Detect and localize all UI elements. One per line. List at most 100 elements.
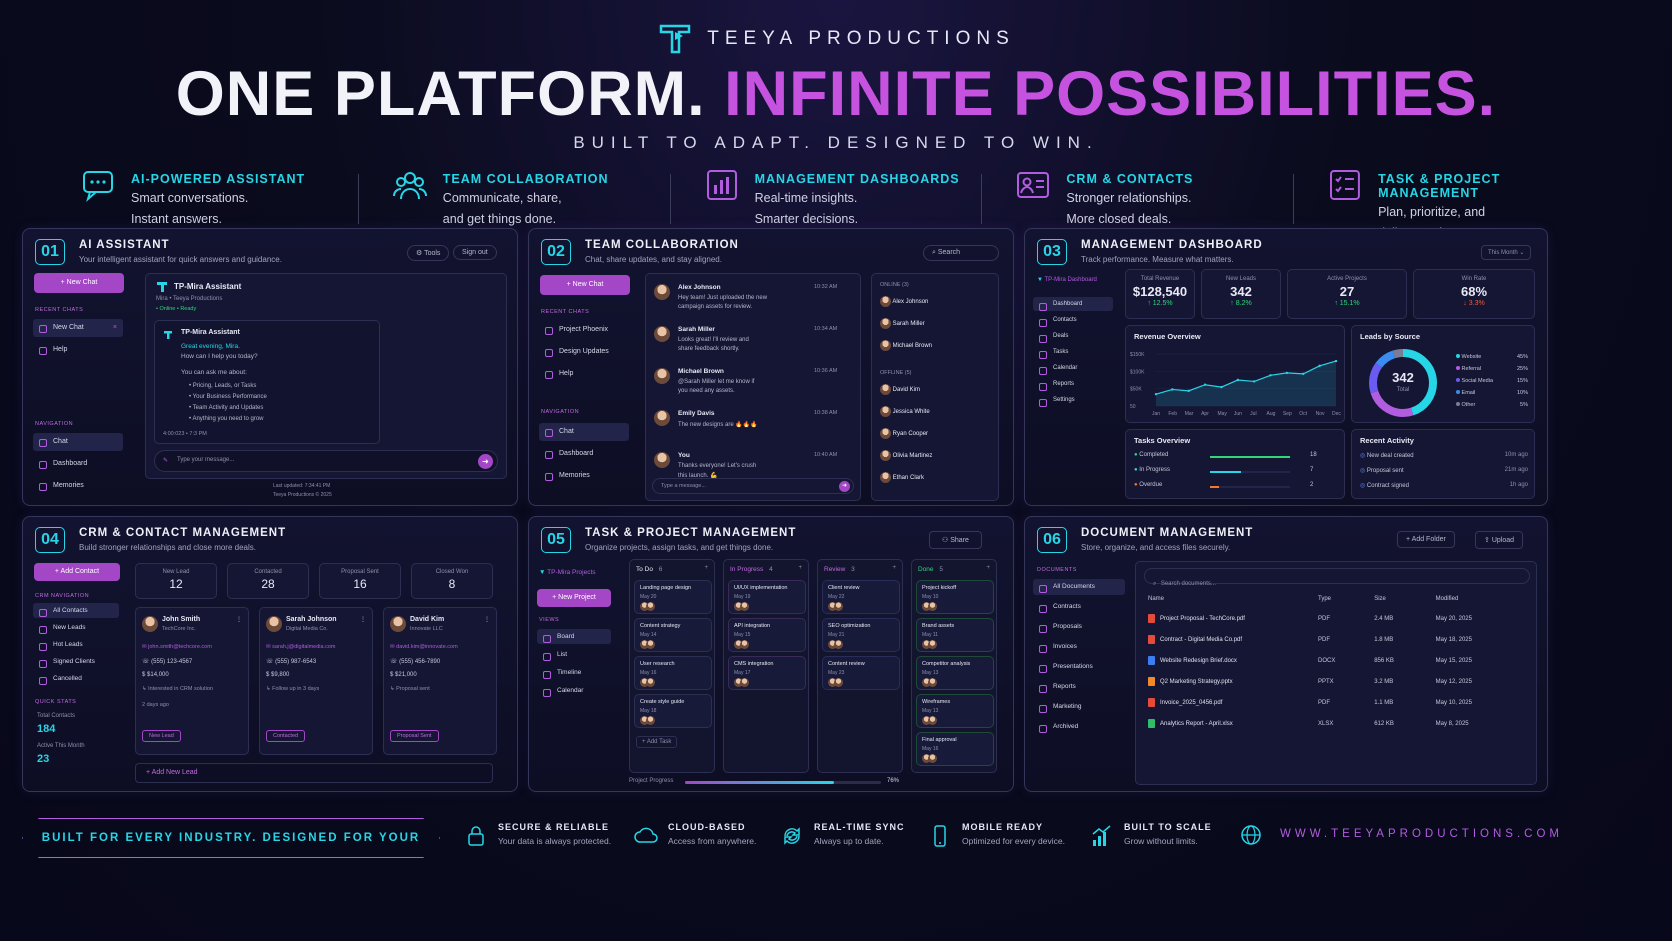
member-online[interactable]: Sarah Miller — [880, 318, 925, 329]
member-online[interactable]: Alex Johnson — [880, 296, 928, 307]
more-menu-icon[interactable]: ⋮ — [484, 616, 490, 623]
contact-card[interactable]: Sarah Johnson Digital Media Co. ⋮ ✉ sara… — [259, 607, 373, 755]
add-icon[interactable]: + — [986, 565, 990, 571]
document-search-input[interactable]: ⌕ Search documents... — [1144, 568, 1530, 587]
add-contact-button[interactable]: + Add Contact — [34, 563, 120, 581]
task-card[interactable]: Wireframes May 13 — [916, 694, 994, 728]
view-item[interactable]: Calendar — [537, 683, 611, 698]
dash-nav-item[interactable]: Contacts — [1033, 313, 1113, 327]
table-row[interactable]: Contract - Digital Media Co.pdf PDF 1.8 MB… — [1144, 629, 1530, 650]
member-offline[interactable]: Olivia Martinez — [880, 450, 932, 461]
task-card[interactable]: Content strategy May 14 — [634, 618, 712, 652]
nav-memories[interactable]: Memories — [33, 477, 123, 495]
period-select[interactable]: This Month ⌄ — [1481, 245, 1532, 260]
table-row[interactable]: Invoice_2025_0456.pdf PDF 1.1 MB May 10, 20… — [1144, 692, 1530, 713]
nav-memories[interactable]: Memories — [539, 467, 629, 485]
more-menu-icon[interactable]: ⋮ — [360, 616, 366, 623]
table-row[interactable]: Analytics Report - April.xlsx XLSX 612 KB M… — [1144, 713, 1530, 734]
task-card[interactable]: UI/UX implementation May 19 — [728, 580, 806, 614]
task-card[interactable]: Brand assets May 11 — [916, 618, 994, 652]
view-item[interactable]: Board — [537, 629, 611, 644]
folder-item[interactable]: Marketing — [1033, 699, 1125, 715]
pipeline-stat-card[interactable]: Contacted 28 — [227, 563, 309, 599]
folder-item[interactable]: Archived — [1033, 719, 1125, 735]
close-icon[interactable]: × — [113, 319, 117, 337]
chat-item-design-updates[interactable]: Design Updates — [539, 343, 629, 361]
folder-item[interactable]: Presentations — [1033, 659, 1125, 675]
pipeline-stat-card[interactable]: Closed Won 8 — [411, 563, 493, 599]
new-project-button[interactable]: + New Project — [537, 589, 611, 607]
add-icon[interactable]: + — [704, 565, 708, 571]
nav-dashboard[interactable]: Dashboard — [539, 445, 629, 463]
more-menu-icon[interactable]: ⋮ — [236, 616, 242, 623]
website-link[interactable]: WWW.TEEYAPRODUCTIONS.COM — [1280, 828, 1563, 840]
crm-nav-item[interactable]: Hot Leads — [33, 637, 119, 652]
message-input[interactable]: ✎ Type your message... ➜ — [154, 450, 498, 472]
attach-icon[interactable]: ✎ — [163, 457, 168, 464]
nav-chat[interactable]: Chat — [539, 423, 629, 441]
crm-nav-item[interactable]: Signed Clients — [33, 654, 119, 669]
share-button[interactable]: ⚇ Share — [929, 531, 982, 549]
add-task-button[interactable]: + Add Task — [636, 736, 678, 748]
dash-nav-item[interactable]: Tasks — [1033, 345, 1113, 359]
folder-item[interactable]: Proposals — [1033, 619, 1125, 635]
upload-button[interactable]: ⇪ Upload — [1475, 531, 1524, 549]
chat-item-new-chat[interactable]: New Chat × — [33, 319, 123, 337]
member-offline[interactable]: Ryan Cooper — [880, 428, 928, 439]
dash-nav-item[interactable]: Settings — [1033, 393, 1113, 407]
sign-out-button[interactable]: Sign out — [453, 245, 497, 260]
nav-chat[interactable]: Chat — [33, 433, 123, 451]
new-chat-button[interactable]: + New Chat — [540, 275, 630, 295]
table-row[interactable]: Website Redesign Brief.docx DOCX 856 KB May… — [1144, 650, 1530, 671]
table-row[interactable]: Q2 Marketing Strategy.pptx PPTX 3.2 MB May … — [1144, 671, 1530, 692]
task-card[interactable]: Project kickoff May 10 — [916, 580, 994, 614]
add-icon[interactable]: + — [798, 565, 802, 571]
message-input[interactable]: Type a message... ➜ — [652, 478, 854, 494]
folder-item[interactable]: All Documents — [1033, 579, 1125, 595]
send-button[interactable]: ➜ — [839, 481, 850, 492]
task-card[interactable]: Landing page design May 20 — [634, 580, 712, 614]
contact-email[interactable]: ✉ david.kim@innovate.com — [390, 644, 458, 650]
tools-button[interactable]: ⚙ Tools — [407, 245, 450, 261]
dash-nav-item[interactable]: Calendar — [1033, 361, 1113, 375]
pipeline-stat-card[interactable]: Proposal Sent 16 — [319, 563, 401, 599]
task-card[interactable]: SEO optimization May 21 — [822, 618, 900, 652]
new-chat-button[interactable]: + New Chat — [34, 273, 124, 293]
task-card[interactable]: Create style guide May 18 — [634, 694, 712, 728]
dash-nav-item[interactable]: Dashboard — [1033, 297, 1113, 311]
crm-nav-item[interactable]: New Leads — [33, 620, 119, 635]
contact-email[interactable]: ✉ john.smith@techcore.com — [142, 644, 212, 650]
view-item[interactable]: Timeline — [537, 665, 611, 680]
task-card[interactable]: Competitor analysis May 13 — [916, 656, 994, 690]
dash-nav-item[interactable]: Reports — [1033, 377, 1113, 391]
contact-card[interactable]: John Smith TechCore Inc. ⋮ ✉ john.smith@… — [135, 607, 249, 755]
chat-item-project-phoenix[interactable]: Project Phoenix — [539, 321, 629, 339]
task-card[interactable]: Final approval May 16 — [916, 732, 994, 766]
task-card[interactable]: Client review May 22 — [822, 580, 900, 614]
member-offline[interactable]: Ethan Clark — [880, 472, 924, 483]
member-offline[interactable]: Jessica White — [880, 406, 930, 417]
add-new-lead-button[interactable]: + Add New Lead — [135, 763, 493, 783]
dash-nav-item[interactable]: Deals — [1033, 329, 1113, 343]
contact-email[interactable]: ✉ sarah.j@digitalmedia.com — [266, 644, 336, 650]
member-online[interactable]: Michael Brown — [880, 340, 932, 351]
add-icon[interactable]: + — [892, 565, 896, 571]
folder-item[interactable]: Reports — [1033, 679, 1125, 695]
search-input[interactable]: ⌕ Search — [923, 245, 999, 261]
view-item[interactable]: List — [537, 647, 611, 662]
contact-card[interactable]: David Kim Innovate LLC ⋮ ✉ david.kim@inn… — [383, 607, 497, 755]
task-card[interactable]: User research May 16 — [634, 656, 712, 690]
task-card[interactable]: API integration May 15 — [728, 618, 806, 652]
crm-nav-item[interactable]: Cancelled — [33, 671, 119, 686]
chat-item-help[interactable]: Help — [539, 365, 629, 383]
add-folder-button[interactable]: + Add Folder — [1397, 531, 1455, 548]
send-button[interactable]: ➜ — [478, 454, 493, 469]
table-row[interactable]: Project Proposal - TechCore.pdf PDF 2.4 MB… — [1144, 608, 1530, 629]
folder-item[interactable]: Contracts — [1033, 599, 1125, 615]
pipeline-stat-card[interactable]: New Lead 12 — [135, 563, 217, 599]
crm-nav-item[interactable]: All Contacts — [33, 603, 119, 618]
task-card[interactable]: Content review May 23 — [822, 656, 900, 690]
folder-item[interactable]: Invoices — [1033, 639, 1125, 655]
nav-dashboard[interactable]: Dashboard — [33, 455, 123, 473]
chat-item-help[interactable]: Help — [33, 341, 123, 359]
